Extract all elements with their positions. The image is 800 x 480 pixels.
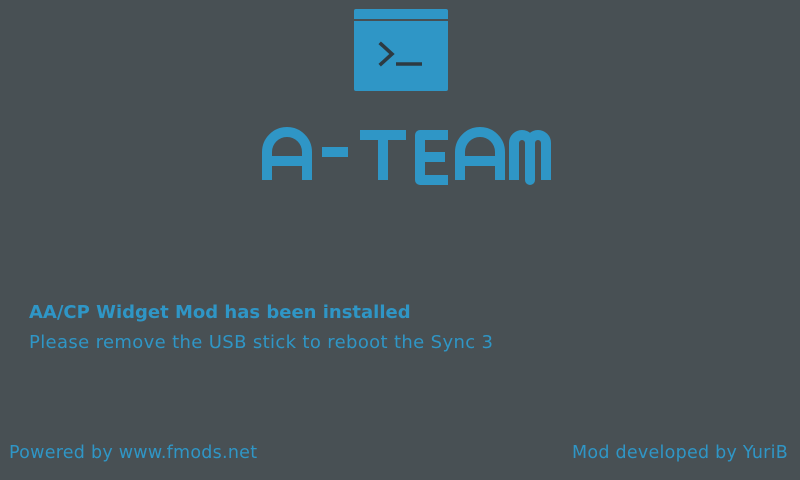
install-status-title: AA/CP Widget Mod has been installed bbox=[29, 302, 411, 323]
brand-name: A-TEAM bbox=[400, 150, 404, 153]
brand-wordmark: A-TEAM bbox=[262, 127, 551, 185]
developer-credit: Mod developed by YuriB bbox=[572, 443, 788, 463]
terminal-icon bbox=[354, 9, 448, 91]
reboot-instruction: Please remove the USB stick to reboot th… bbox=[29, 332, 494, 353]
powered-by-text: Powered by www.fmods.net bbox=[9, 443, 258, 463]
